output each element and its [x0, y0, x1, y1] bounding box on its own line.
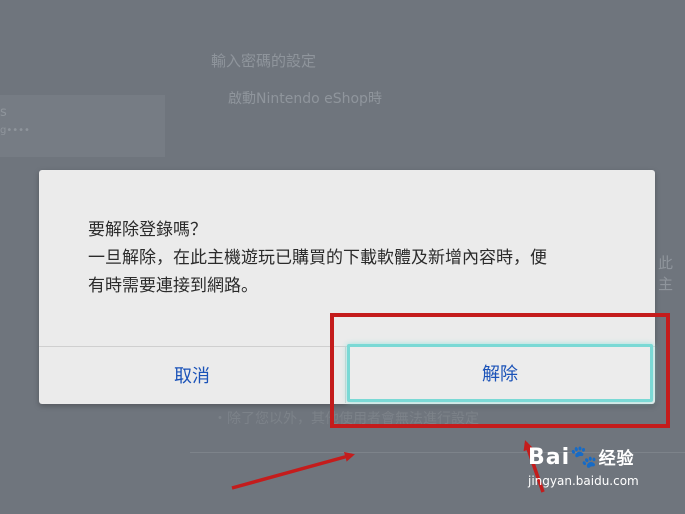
annotation-arrow — [231, 452, 355, 490]
paw-icon: 🐾 — [570, 445, 599, 470]
annotation-arrows — [231, 440, 545, 493]
baidu-logo: Bai🐾经验 — [528, 445, 635, 470]
baidu-watermark: Bai🐾经验 jingyan.baidu.com — [528, 444, 678, 504]
watermark-url: jingyan.baidu.com — [528, 474, 639, 488]
